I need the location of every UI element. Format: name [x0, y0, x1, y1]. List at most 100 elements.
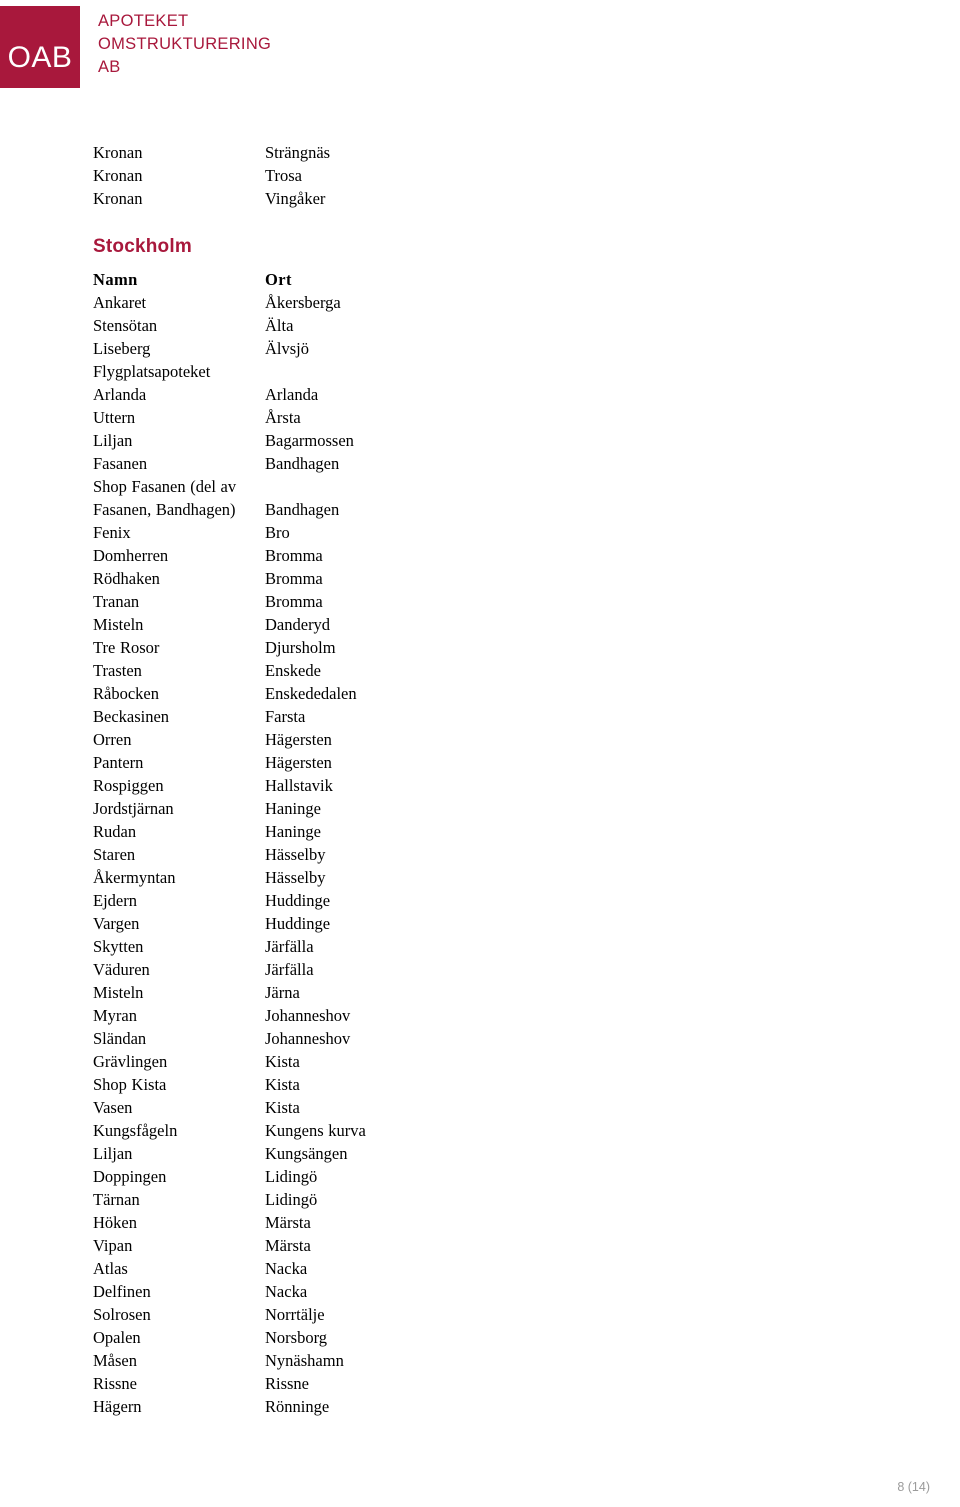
pharmacy-name: Pantern	[93, 753, 144, 772]
table-row: Jordstjärnan Haninge	[93, 797, 366, 820]
table-row: Tärnan Lidingö	[93, 1188, 366, 1211]
table-row: Vipan Märsta	[93, 1234, 366, 1257]
table-row: Staren Hässelby	[93, 843, 366, 866]
table-row: Kronan Vingåker	[93, 187, 330, 210]
pharmacy-name: Shop Fasanen (del av Fasanen, Bandhagen)	[93, 477, 237, 519]
table-row: Sländan Johanneshov	[93, 1027, 366, 1050]
pharmacy-name: Staren	[93, 845, 136, 864]
table-row: Misteln Järna	[93, 981, 366, 1004]
pharmacy-ort: Norrtälje	[265, 1305, 325, 1324]
table-row: Höken Märsta	[93, 1211, 366, 1234]
table-row: Kronan Trosa	[93, 164, 330, 187]
table-row: Orren Hägersten	[93, 728, 366, 751]
table-row: Rödhaken Bromma	[93, 567, 366, 590]
pharmacy-ort: Trosa	[265, 166, 302, 185]
pharmacy-ort: Johanneshov	[265, 1029, 351, 1048]
table-row: Solrosen Norrtälje	[93, 1303, 366, 1326]
pharmacy-name: Trasten	[93, 661, 142, 680]
pharmacy-name: Måsen	[93, 1351, 137, 1370]
pharmacy-ort: Bromma	[265, 592, 323, 611]
pharmacy-ort: Älvsjö	[265, 339, 310, 358]
stockholm-pharmacy-table: Namn Ort Ankaret Åkersberga Stensötan Älta Li…	[93, 268, 366, 1418]
pharmacy-ort: Årsta	[265, 408, 301, 427]
pharmacy-ort: Huddinge	[265, 914, 331, 933]
pharmacy-ort: Haninge	[265, 799, 321, 818]
pharmacy-name: Kronan	[93, 189, 143, 208]
table-row: Liseberg Älvsjö	[93, 337, 366, 360]
table-header-row: Namn Ort	[93, 268, 366, 291]
table-row: Fenix Bro	[93, 521, 366, 544]
pharmacy-ort: Åkersberga	[265, 293, 341, 312]
continued-pharmacy-table: Kronan Strängnäs Kronan Trosa Kronan Vingåk…	[93, 141, 330, 210]
pharmacy-name: Liljan	[93, 431, 133, 450]
pharmacy-ort: Vingåker	[265, 189, 326, 208]
pharmacy-name: Domherren	[93, 546, 169, 565]
pharmacy-name: Rospiggen	[93, 776, 164, 795]
company-name-line-3: AB	[98, 58, 121, 76]
company-name-line-2: OMSTRUKTURERING	[98, 35, 272, 53]
table-row: Åkermyntan Hässelby	[93, 866, 366, 889]
pharmacy-name: Rissne	[93, 1374, 138, 1393]
pharmacy-ort: Farsta	[265, 707, 306, 726]
pharmacy-name: Doppingen	[93, 1167, 167, 1186]
pharmacy-name: Åkermyntan	[93, 868, 176, 887]
table-row: Trasten Enskede	[93, 659, 366, 682]
table-row: Kungsfågeln Kungens kurva	[93, 1119, 366, 1142]
pharmacy-name: Höken	[93, 1213, 137, 1232]
pharmacy-ort: Lidingö	[265, 1167, 318, 1186]
pharmacy-ort: Lidingö	[265, 1190, 318, 1209]
pharmacy-ort: Nacka	[265, 1259, 308, 1278]
table-row: Uttern Årsta	[93, 406, 366, 429]
table-row: Shop Fasanen (del av Fasanen, Bandhagen)…	[93, 475, 366, 521]
pharmacy-ort: Huddinge	[265, 891, 331, 910]
table-row: Rudan Haninge	[93, 820, 366, 843]
table-row: Råbocken Enskededalen	[93, 682, 366, 705]
pharmacy-ort: Bandhagen	[265, 500, 340, 519]
oab-logo-mark-text: OAB	[7, 41, 73, 74]
pharmacy-name: Vipan	[93, 1236, 133, 1255]
pharmacy-name: Rödhaken	[93, 569, 160, 588]
pharmacy-ort: Rönninge	[265, 1397, 330, 1416]
pharmacy-name: Orren	[93, 730, 132, 749]
pharmacy-name: Misteln	[93, 615, 144, 634]
pharmacy-ort: Enskededalen	[265, 684, 357, 703]
company-logo: OAB APOTEKET OMSTRUKTURERING AB	[0, 6, 271, 88]
pharmacy-ort: Kungsängen	[265, 1144, 348, 1163]
pharmacy-ort: Hässelby	[265, 845, 326, 864]
pharmacy-ort: Älta	[265, 316, 294, 335]
pharmacy-ort: Djursholm	[265, 638, 336, 657]
pharmacy-name: Beckasinen	[93, 707, 170, 726]
pharmacy-name: Fasanen	[93, 454, 148, 473]
pharmacy-name: Råbocken	[93, 684, 159, 703]
table-row: Doppingen Lidingö	[93, 1165, 366, 1188]
company-name-block: APOTEKET OMSTRUKTURERING AB	[98, 6, 271, 79]
pharmacy-ort: Bromma	[265, 546, 323, 565]
table-row: Fasanen Bandhagen	[93, 452, 366, 475]
pharmacy-name: Tranan	[93, 592, 140, 611]
pharmacy-name: Hägern	[93, 1397, 142, 1416]
pharmacy-name: Misteln	[93, 983, 144, 1002]
pharmacy-ort: Nynäshamn	[265, 1351, 344, 1370]
pharmacy-name: Rudan	[93, 822, 137, 841]
pharmacy-ort: Kungens kurva	[265, 1121, 366, 1140]
pharmacy-name: Grävlingen	[93, 1052, 168, 1071]
pharmacy-name: Tre Rosor	[93, 638, 160, 657]
pharmacy-ort: Bandhagen	[265, 454, 340, 473]
pharmacy-name: Jordstjärnan	[93, 799, 174, 818]
pharmacy-ort: Hässelby	[265, 868, 326, 887]
table-row: Tre Rosor Djursholm	[93, 636, 366, 659]
pharmacy-ort: Märsta	[265, 1213, 311, 1232]
pharmacy-ort: Hägersten	[265, 753, 332, 772]
oab-logo-mark: OAB	[0, 6, 80, 88]
table-row: Väduren Järfälla	[93, 958, 366, 981]
pharmacy-name: Fenix	[93, 523, 131, 542]
table-row: Flygplatsapoteket Arlanda Arlanda	[93, 360, 366, 406]
table-row: Liljan Bagarmossen	[93, 429, 366, 452]
pharmacy-ort: Rissne	[265, 1374, 310, 1393]
table-row: Vasen Kista	[93, 1096, 366, 1119]
pharmacy-name: Atlas	[93, 1259, 128, 1278]
pharmacy-ort: Johanneshov	[265, 1006, 351, 1025]
pharmacy-name: Sländan	[93, 1029, 147, 1048]
table-row: Pantern Hägersten	[93, 751, 366, 774]
pharmacy-name: Liseberg	[93, 339, 151, 358]
